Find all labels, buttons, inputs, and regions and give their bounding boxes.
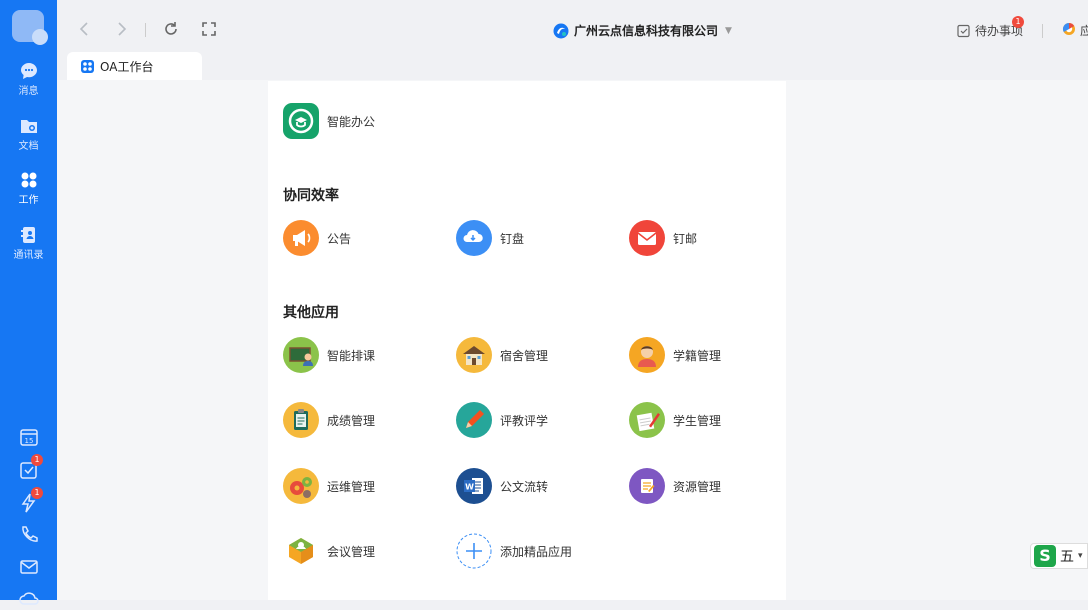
app-student-management[interactable]: 学生管理 [629,402,721,438]
resource-notepad-icon [629,468,665,504]
sidebar-item-work[interactable]: 工作 [0,171,57,206]
app-label: 钉邮 [673,231,698,246]
notification-badge: 1 [31,454,43,466]
calendar-icon[interactable]: 15 [18,426,40,448]
mail-icon[interactable] [18,556,40,578]
workbench-panel: 智能办公 协同效率 公告 钉盘 钉邮 其他应用 智能排课 宿舍管理 学籍管理 成… [268,81,786,600]
app-center-icon[interactable] [1062,22,1076,36]
sidebar-item-label: 文档 [18,141,39,152]
todo-badge: 1 [1012,16,1024,28]
ime-status-bar[interactable]: S 五 ▾ [1030,543,1088,569]
app-label: 公告 [327,231,352,246]
app-label: 学籍管理 [673,348,722,363]
envelope-icon [629,220,665,256]
app-label: 钉盘 [500,231,525,246]
app-label: 运维管理 [327,479,376,494]
sidebar-item-label: 消息 [18,86,39,97]
right-empty-area [786,81,1088,600]
gears-icon [283,468,319,504]
sidebar-item-label: 通讯录 [13,250,44,261]
sidebar: 消息 文档 工作 通讯录 15 1 1 [0,0,57,605]
smart-office-icon [283,103,319,139]
app-label: 资源管理 [673,479,722,494]
app-label: 会议管理 [327,544,376,559]
back-icon[interactable] [76,20,94,38]
sogou-ime-icon: S [1034,545,1056,567]
cloud-disk-icon [456,220,492,256]
blackboard-teacher-icon [283,337,319,373]
app-label: 智能办公 [327,114,376,129]
app-smart-scheduling[interactable]: 智能排课 [283,337,375,373]
app-label: 评教评学 [500,413,549,428]
sidebar-item-label: 工作 [18,195,39,206]
toolbar-divider [145,23,146,37]
app-smart-office[interactable]: 智能办公 [283,103,375,139]
sidebar-item-contacts[interactable]: 通讯录 [0,226,57,261]
app-label: 成绩管理 [327,413,376,428]
app-label: 学生管理 [673,413,722,428]
tab-oa-workbench[interactable]: OA工作台 [67,52,202,80]
dormitory-house-icon [456,337,492,373]
notebook-pencil-icon [629,402,665,438]
meeting-cube-icon [283,533,319,569]
svg-text:W: W [465,483,474,492]
folder-icon [20,120,37,133]
app-teaching-evaluation[interactable]: 评教评学 [456,402,548,438]
app-dormitory-management[interactable]: 宿舍管理 [456,337,548,373]
app-ding-disk[interactable]: 钉盘 [456,220,524,256]
refresh-icon[interactable] [162,20,180,38]
todo-check-button[interactable]: 1 [18,454,43,481]
app-operations-management[interactable]: 运维管理 [283,468,375,504]
fullscreen-icon[interactable] [200,20,218,38]
clipboard-icon [283,402,319,438]
toolbar-divider [1042,24,1043,38]
app-document-circulation[interactable]: W 公文流转 [456,468,548,504]
app-grade-management[interactable]: 成绩管理 [283,402,375,438]
contacts-icon [20,227,35,243]
app-center-label[interactable]: 应 [1080,22,1088,39]
app-announcement[interactable]: 公告 [283,220,351,256]
megaphone-icon [283,220,319,256]
app-meeting-management[interactable]: 会议管理 [283,533,375,569]
company-switcher[interactable]: 广州云点信息科技有限公司 ▼ [553,22,732,39]
chat-icon [20,63,37,79]
company-logo-icon [553,23,569,38]
notification-badge: 1 [31,487,43,499]
sidebar-item-messages[interactable]: 消息 [0,62,57,97]
chevron-down-icon: ▾ [1078,551,1083,561]
todo-icon [957,24,970,37]
phone-icon[interactable] [18,524,40,546]
pencil-icon [456,402,492,438]
word-document-icon: W [456,468,492,504]
grid-icon [21,172,36,188]
app-student-status-management[interactable]: 学籍管理 [629,337,721,373]
user-avatar[interactable] [12,10,48,45]
app-label: 添加精品应用 [500,544,573,559]
section-title: 其他应用 [283,305,339,321]
chevron-down-icon: ▼ [725,25,732,36]
company-name: 广州云点信息科技有限公司 [574,24,719,38]
svg-text:15: 15 [25,437,34,445]
ime-mode-label: 五 [1060,549,1074,565]
plus-icon [456,533,492,569]
app-label: 智能排课 [327,348,376,363]
section-title: 协同效率 [283,188,339,204]
tab-label: OA工作台 [100,59,154,74]
app-label: 公文流转 [500,479,549,494]
workbench-icon [81,59,94,73]
student-avatar-icon [629,337,665,373]
todo-button[interactable]: 待办事项 1 [957,16,1024,39]
forward-icon[interactable] [112,20,130,38]
app-ding-mail[interactable]: 钉邮 [629,220,697,256]
sidebar-item-documents[interactable]: 文档 [0,117,57,152]
cloud-icon[interactable] [18,588,40,610]
top-bar: 广州云点信息科技有限公司 ▼ 待办事项 1 应 [57,0,1088,54]
flash-button[interactable]: 1 [18,487,43,514]
app-label: 宿舍管理 [500,348,549,363]
app-resource-management[interactable]: 资源管理 [629,468,721,504]
add-premium-app-button[interactable]: 添加精品应用 [456,533,572,569]
